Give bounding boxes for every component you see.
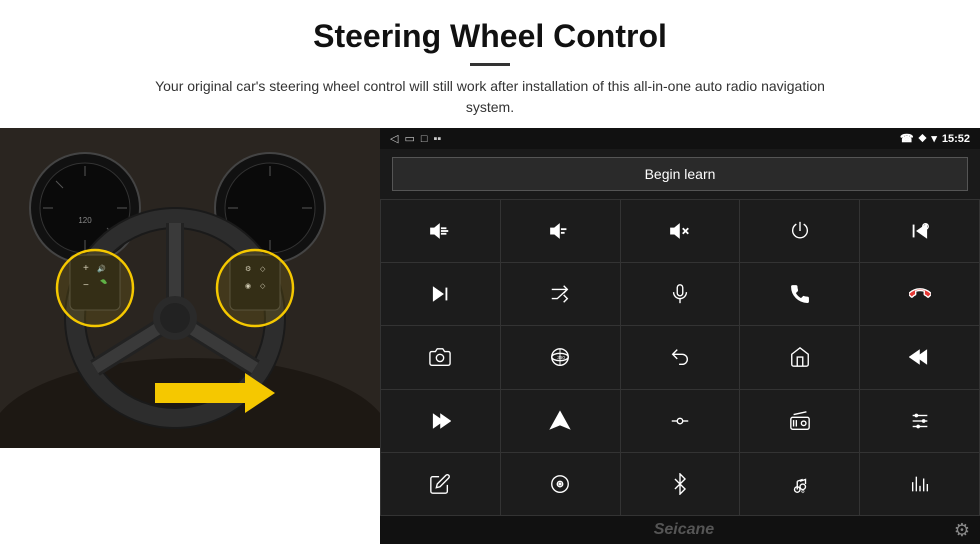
vol-mute-button[interactable] <box>621 200 740 262</box>
title-divider <box>470 63 510 66</box>
recent-nav-icon[interactable]: □ <box>421 133 428 145</box>
signal-icon: ▪▪ <box>434 133 442 145</box>
subtitle: Your original car's steering wheel contr… <box>140 76 840 118</box>
vol-down-button[interactable] <box>501 200 620 262</box>
content-area: 120 <box>0 128 980 544</box>
seicane-watermark: Seicane <box>414 521 954 539</box>
clock: 15:52 <box>942 133 970 145</box>
audio-bars-button[interactable] <box>860 453 979 515</box>
page-title: Steering Wheel Control <box>60 18 920 55</box>
cd-button[interactable] <box>501 453 620 515</box>
header-section: Steering Wheel Control Your original car… <box>0 0 980 128</box>
bluetooth-button[interactable] <box>621 453 740 515</box>
view-360-button[interactable]: 360 <box>501 326 620 388</box>
home-nav-icon[interactable]: ▭ <box>404 132 414 145</box>
status-right: ☎ ⬥ ▾ 15:52 <box>900 132 970 145</box>
music-settings-button[interactable]: ⚙ <box>740 453 859 515</box>
wifi-icon: ▾ <box>931 132 937 145</box>
settings-gear-icon[interactable]: ⚙ <box>954 520 970 541</box>
prev-track-2-button[interactable] <box>860 326 979 388</box>
control-panel: ◁ ▭ □ ▪▪ ☎ ⬥ ▾ 15:52 Begin learn <box>380 128 980 544</box>
image-panel: 120 <box>0 128 380 448</box>
status-bar: ◁ ▭ □ ▪▪ ☎ ⬥ ▾ 15:52 <box>380 128 980 149</box>
equalizer-button[interactable] <box>621 390 740 452</box>
bottom-bar: Seicane ⚙ <box>380 516 980 544</box>
radio-button[interactable] <box>740 390 859 452</box>
steering-wheel-svg: 120 <box>0 128 380 448</box>
microphone-button[interactable] <box>621 263 740 325</box>
navigate-button[interactable] <box>501 390 620 452</box>
begin-learn-row: Begin learn <box>380 149 980 199</box>
home-button[interactable] <box>740 326 859 388</box>
page-wrapper: Steering Wheel Control Your original car… <box>0 0 980 544</box>
back-arrow-button[interactable] <box>621 326 740 388</box>
phone-end-button[interactable] <box>860 263 979 325</box>
fast-forward-button[interactable] <box>381 390 500 452</box>
sliders-button[interactable] <box>860 390 979 452</box>
steering-bg: 120 <box>0 128 380 448</box>
prev-phone-button[interactable] <box>860 200 979 262</box>
phone-call-button[interactable] <box>740 263 859 325</box>
status-left: ◁ ▭ □ ▪▪ <box>390 132 441 145</box>
location-icon: ⬥ <box>919 132 927 145</box>
begin-learn-button[interactable]: Begin learn <box>392 157 968 191</box>
svg-text:120: 120 <box>78 216 92 225</box>
icons-grid: 360 <box>380 199 980 516</box>
camera-button[interactable] <box>381 326 500 388</box>
shuffle-next-button[interactable] <box>501 263 620 325</box>
pen-button[interactable] <box>381 453 500 515</box>
svg-text:⚙: ⚙ <box>801 489 806 494</box>
svg-text:360: 360 <box>557 355 565 360</box>
vol-up-button[interactable] <box>381 200 500 262</box>
next-track-button[interactable] <box>381 263 500 325</box>
phone-status-icon: ☎ <box>900 132 914 145</box>
power-button[interactable] <box>740 200 859 262</box>
back-nav-icon[interactable]: ◁ <box>390 132 398 145</box>
